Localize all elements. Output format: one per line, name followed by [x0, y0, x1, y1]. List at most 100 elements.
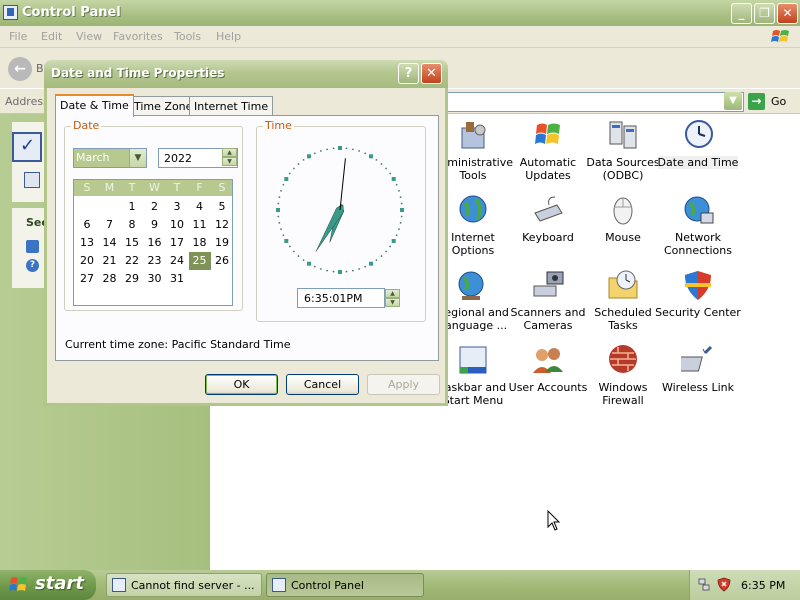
calendar-day[interactable]: 24 — [166, 252, 188, 270]
go-button[interactable]: Go — [771, 95, 786, 108]
calendar-day[interactable]: 25 — [188, 252, 211, 270]
tab-time-zone[interactable]: Time Zone — [129, 96, 198, 116]
help-button[interactable]: ? — [398, 63, 419, 84]
weekday-label: T — [128, 181, 136, 194]
spin-down-icon[interactable]: ▼ — [222, 157, 237, 166]
clock-minute-marker — [380, 255, 383, 257]
calendar-day[interactable]: 26 — [211, 252, 233, 270]
calendar-day[interactable]: 29 — [121, 270, 143, 288]
cp-item-clock[interactable]: Date and Time — [654, 118, 742, 169]
cp-item-wireless[interactable]: Wireless Link — [654, 343, 742, 394]
cp-item-shield[interactable]: Security Center — [654, 268, 742, 319]
apply-button[interactable]: Apply — [367, 374, 440, 395]
time-group: Time 6:35:01PM ▲ ▼ — [256, 119, 426, 322]
calendar-day[interactable]: 27 — [76, 270, 98, 288]
control-panel-titlebar[interactable]: Control Panel _ ❐ ✕ — [0, 0, 800, 26]
current-timezone-text: Current time zone: Pacific Standard Time — [65, 338, 291, 351]
calendar-day[interactable]: 20 — [76, 252, 98, 270]
security-shield-tray-icon[interactable] — [717, 577, 731, 592]
clock-minute-marker — [364, 152, 367, 155]
taskbar-icon — [459, 346, 487, 374]
calendar-day[interactable]: 15 — [121, 234, 143, 252]
calendar-day[interactable]: 28 — [99, 270, 121, 288]
clock-hour-marker — [276, 208, 280, 212]
calendar-day[interactable]: 6 — [76, 216, 98, 234]
clock-icon — [685, 120, 713, 148]
network-tray-icon[interactable] — [698, 578, 710, 592]
calendar-day[interactable]: 7 — [99, 216, 121, 234]
clock-minute-marker — [395, 234, 398, 237]
clock-minute-marker — [345, 147, 348, 150]
calendar-day[interactable]: 12 — [211, 216, 233, 234]
calendar-day[interactable]: 31 — [166, 270, 188, 288]
time-field[interactable]: 6:35:01PM — [297, 288, 385, 308]
calendar-day[interactable]: 3 — [166, 198, 188, 216]
calendar-day[interactable]: 10 — [166, 216, 188, 234]
date-time-tab-panel: Date March ▼ 2022 ▲ ▼ SMTWTFS 1234567891… — [55, 115, 439, 361]
clock-minute-hand — [315, 204, 344, 252]
go-arrow-icon[interactable]: → — [748, 93, 765, 110]
maximize-button[interactable]: ❐ — [754, 3, 775, 24]
calendar-day[interactable]: 16 — [144, 234, 166, 252]
menu-edit[interactable]: Edit — [41, 30, 62, 43]
scanner-icon — [533, 271, 564, 297]
spin-up-icon[interactable]: ▲ — [222, 148, 237, 157]
task-pane-panel — [12, 122, 46, 202]
month-select[interactable]: March ▼ — [73, 148, 147, 168]
calendar-day[interactable]: 11 — [189, 216, 211, 234]
calendar-day[interactable]: 21 — [99, 252, 121, 270]
menu-favorites[interactable]: Favorites — [113, 30, 163, 43]
switch-view-icon[interactable] — [24, 172, 40, 188]
weekday-label: S — [218, 181, 226, 194]
clock-minute-marker — [319, 150, 322, 152]
calendar-day[interactable]: 9 — [144, 216, 166, 234]
minimize-button[interactable]: _ — [731, 3, 752, 24]
calendar-day[interactable]: 13 — [76, 234, 98, 252]
menu-file[interactable]: File — [9, 30, 27, 43]
close-button[interactable]: ✕ — [777, 3, 798, 24]
calendar-day[interactable]: 2 — [144, 198, 166, 216]
clock-minute-marker — [288, 172, 291, 175]
chevron-down-icon[interactable]: ▼ — [129, 149, 146, 167]
calendar-day[interactable]: 18 — [189, 234, 211, 252]
help-support-icon[interactable]: ? — [26, 259, 39, 272]
calendar-day[interactable]: 5 — [211, 198, 233, 216]
year-spinner[interactable]: ▲ ▼ — [222, 148, 237, 166]
taskbar-item-browser[interactable]: Cannot find server - ... — [106, 573, 262, 597]
start-button[interactable]: start — [0, 570, 96, 600]
taskbar-item-control-panel[interactable]: Control Panel — [266, 573, 424, 597]
folder-clock-icon — [608, 270, 638, 299]
calendar-day[interactable]: 4 — [189, 198, 211, 216]
calendar-day[interactable]: 8 — [121, 216, 143, 234]
calendar-day[interactable]: 19 — [211, 234, 233, 252]
calendar-day[interactable]: 22 — [121, 252, 143, 270]
mouse-icon — [613, 197, 633, 225]
calendar-day[interactable]: 14 — [99, 234, 121, 252]
taskbar: start Cannot find server - ... Control P… — [0, 570, 800, 600]
tab-date-time[interactable]: Date & Time — [55, 94, 134, 117]
windows-update-icon[interactable] — [26, 240, 39, 253]
menu-help[interactable]: Help — [216, 30, 241, 43]
cp-item-label: Keyboard — [522, 231, 574, 244]
calendar-day[interactable]: 30 — [144, 270, 166, 288]
spin-up-icon[interactable]: ▲ — [385, 289, 400, 298]
cancel-button[interactable]: Cancel — [286, 374, 359, 395]
address-dropdown-button[interactable]: ▼ — [724, 92, 742, 110]
menu-tools[interactable]: Tools — [174, 30, 201, 43]
clock-minute-marker — [385, 167, 387, 170]
back-button[interactable]: ← — [8, 57, 32, 81]
ok-button[interactable]: OK — [205, 374, 278, 395]
spin-down-icon[interactable]: ▼ — [385, 298, 400, 307]
cp-item-network[interactable]: Network Connections — [654, 193, 742, 257]
calendar-day[interactable]: 23 — [144, 252, 166, 270]
menu-view[interactable]: View — [76, 30, 102, 43]
calendar-day[interactable]: 17 — [166, 234, 188, 252]
time-spinner[interactable]: ▲ ▼ — [385, 289, 400, 307]
calendar-day[interactable]: 1 — [121, 198, 143, 216]
control-panel-icon — [12, 132, 42, 162]
weekday-header: SMTWTFS — [74, 180, 232, 196]
clock-minute-marker — [380, 163, 383, 165]
tab-internet-time[interactable]: Internet Time — [189, 96, 274, 116]
dialog-titlebar[interactable]: Date and Time Properties ? ✕ — [44, 60, 448, 88]
dialog-close-button[interactable]: ✕ — [421, 63, 442, 84]
